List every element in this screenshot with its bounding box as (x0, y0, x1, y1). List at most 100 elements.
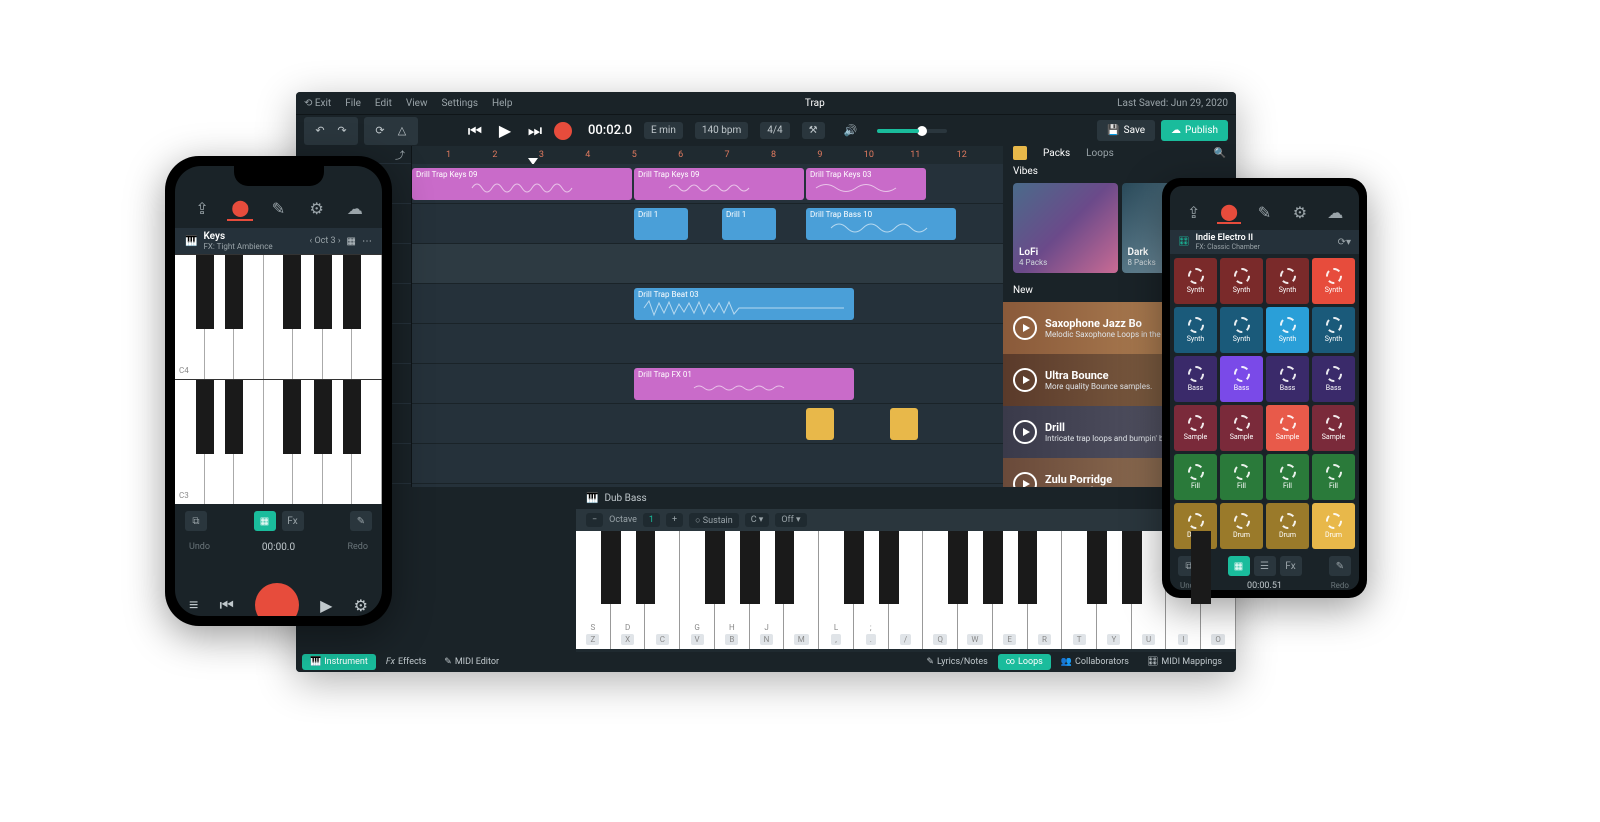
play-icon[interactable]: ▶ (320, 596, 332, 615)
pad-button[interactable]: Synth (1174, 307, 1217, 353)
black-key[interactable] (775, 531, 795, 604)
grid-toggle[interactable]: ▦ (254, 511, 276, 531)
black-key[interactable] (705, 531, 725, 604)
black-key[interactable] (740, 531, 760, 604)
audio-clip[interactable] (806, 408, 834, 440)
packs-tab[interactable]: Packs (1043, 148, 1070, 159)
black-key[interactable] (1191, 531, 1211, 604)
audio-clip[interactable]: Drill 1 (722, 208, 776, 240)
undo-button[interactable]: ↶ (310, 121, 330, 141)
redo-button[interactable]: ↷ (332, 121, 352, 141)
audio-clip[interactable] (890, 408, 918, 440)
pad-button[interactable]: Drum (1220, 503, 1263, 549)
off-select[interactable]: Off ▾ (775, 513, 806, 527)
play-icon[interactable] (1013, 472, 1037, 487)
timeline[interactable]: 123456789101112 Drill Trap Keys 09 Drill… (412, 146, 1003, 487)
list-toggle[interactable]: ☰ (1254, 556, 1276, 576)
edit-menu[interactable]: Edit (375, 98, 392, 109)
collaborators-tab-button[interactable]: 👥 Collaborators (1053, 654, 1137, 670)
upload-tab-icon[interactable]: ⇪ (1182, 200, 1206, 224)
pad-button[interactable]: Bass (1312, 356, 1355, 402)
play-button[interactable]: ▶ (494, 120, 516, 142)
pad-button[interactable]: Sample (1266, 405, 1309, 451)
piano-keyboard[interactable]: SZDXCGVHBJNML,;./QWERTYUIO (576, 531, 1236, 649)
play-icon[interactable] (1013, 420, 1037, 444)
pad-button[interactable]: Bass (1220, 356, 1263, 402)
loop-icon[interactable]: ⟳▾ (1338, 237, 1351, 248)
ios-piano-upper[interactable]: C4 (175, 254, 382, 379)
cloud-tab-icon[interactable]: ☁ (1323, 200, 1347, 224)
play-icon[interactable] (1013, 316, 1037, 340)
note-select[interactable]: C ▾ (745, 513, 770, 527)
upload-tab-icon[interactable]: ⇪ (189, 195, 215, 221)
ios-piano-lower[interactable]: C3 (175, 379, 382, 504)
audio-clip[interactable]: Drill 1 (634, 208, 688, 240)
exit-menu[interactable]: ⟲ Exit (304, 98, 331, 109)
cloud-tab-icon[interactable]: ☁ (342, 195, 368, 221)
audio-clip[interactable]: Drill Trap Beat 03 (634, 288, 854, 320)
panel-icon[interactable] (1013, 146, 1027, 160)
pad-button[interactable]: Fill (1220, 454, 1263, 500)
pad-button[interactable]: Bass (1174, 356, 1217, 402)
pad-button[interactable]: Synth (1220, 258, 1263, 304)
midi-mappings-tab-button[interactable]: 🎛 MIDI Mappings (1139, 654, 1230, 670)
pad-button[interactable]: Synth (1266, 307, 1309, 353)
edit-tab-icon[interactable]: ✎ (1252, 200, 1276, 224)
publish-button[interactable]: ☁ Publish (1161, 120, 1228, 141)
loops-tab[interactable]: Loops (1086, 148, 1114, 159)
loop-button[interactable]: ⟳ (370, 121, 390, 141)
view-menu[interactable]: View (406, 98, 428, 109)
effects-tab-button[interactable]: Fx Effects (378, 654, 434, 670)
list-icon[interactable]: ≡ (189, 595, 198, 615)
copy-icon[interactable]: ⧉ (185, 511, 207, 531)
black-key[interactable] (1018, 531, 1038, 604)
pad-button[interactable]: Drum (1312, 503, 1355, 549)
file-menu[interactable]: File (345, 98, 361, 109)
midi-editor-tab-button[interactable]: ✎ MIDI Editor (436, 654, 507, 670)
skip-forward-button[interactable]: ⏭ (524, 120, 546, 142)
pad-button[interactable]: Synth (1220, 307, 1263, 353)
record-button[interactable] (554, 122, 572, 140)
fx-button[interactable]: Fx (282, 511, 304, 531)
pad-button[interactable]: Fill (1266, 454, 1309, 500)
octave-down[interactable]: − (586, 513, 603, 527)
black-key[interactable] (844, 531, 864, 604)
record-tab-icon[interactable]: ⬤ (227, 195, 253, 221)
search-icon[interactable]: 🔍 (1214, 148, 1226, 159)
volume-slider[interactable] (877, 129, 947, 133)
pad-button[interactable]: Sample (1174, 405, 1217, 451)
black-key[interactable] (879, 531, 899, 604)
settings-menu[interactable]: Settings (441, 98, 478, 109)
black-key[interactable] (1087, 531, 1107, 604)
mixer-icon[interactable]: ⚙ (354, 596, 368, 615)
ruler[interactable]: 123456789101112 (412, 146, 1003, 164)
black-key[interactable] (601, 531, 621, 604)
record-tab-icon[interactable]: ⬤ (1217, 200, 1241, 224)
save-button[interactable]: 💾 Save (1097, 120, 1155, 141)
help-menu[interactable]: Help (492, 98, 512, 109)
grid-icon[interactable]: ▦ (347, 236, 356, 247)
instrument-tab-button[interactable]: 🎹 Instrument (302, 654, 376, 670)
play-icon[interactable] (1013, 368, 1037, 392)
pad-button[interactable]: Synth (1174, 258, 1217, 304)
metronome-button[interactable]: △ (392, 121, 412, 141)
black-key[interactable] (636, 531, 656, 604)
tempo-display[interactable]: 140 bpm (695, 122, 748, 139)
audio-clip[interactable]: Drill Trap Keys 03 (806, 168, 926, 200)
loops-tab-button[interactable]: ∞ Loops (998, 654, 1051, 670)
redo-label[interactable]: Redo (347, 542, 368, 552)
vibe-card-lofi[interactable]: LoFi4 Packs (1013, 183, 1118, 273)
more-icon[interactable]: ⋯ (362, 236, 372, 247)
skip-back-button[interactable]: ⏮ (464, 120, 486, 142)
fx-button[interactable]: Fx (1280, 556, 1302, 576)
undo-label[interactable]: Undo (189, 542, 210, 552)
pad-button[interactable]: Drum (1266, 503, 1309, 549)
pad-button[interactable]: Synth (1266, 258, 1309, 304)
settings-tab-icon[interactable]: ⚙ (304, 195, 330, 221)
key-display[interactable]: E min (644, 122, 683, 139)
automation-icon[interactable]: ⤴ (395, 147, 405, 162)
pad-button[interactable]: Sample (1220, 405, 1263, 451)
pad-button[interactable]: Fill (1312, 454, 1355, 500)
lyrics-tab-button[interactable]: ✎ Lyrics/Notes (918, 654, 995, 670)
black-key[interactable] (983, 531, 1003, 604)
